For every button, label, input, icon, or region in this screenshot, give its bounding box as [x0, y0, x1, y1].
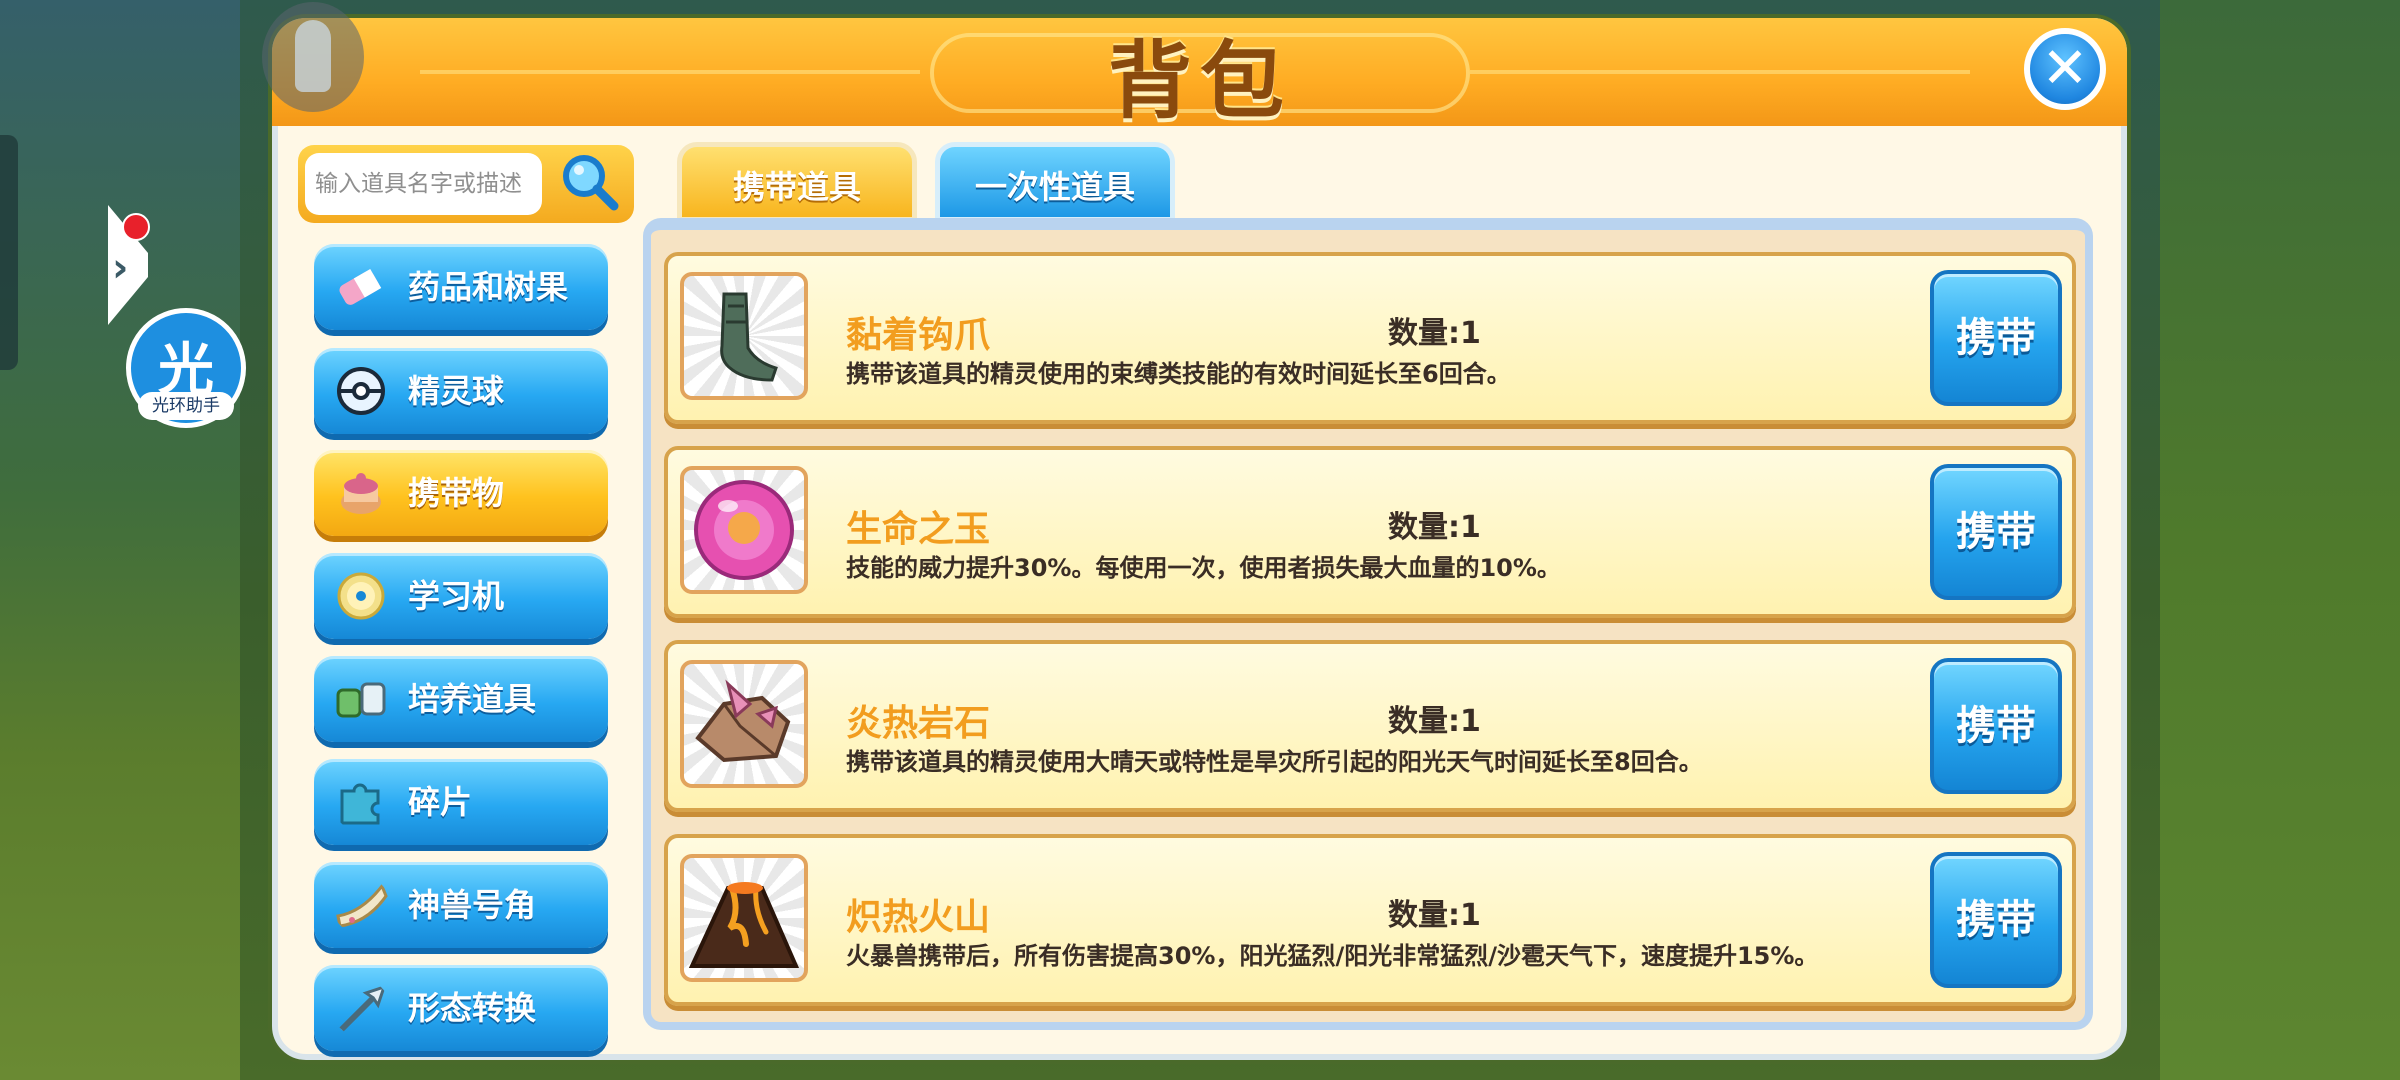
search-input[interactable]	[305, 153, 542, 215]
carry-button[interactable]: 携带	[1930, 658, 2062, 794]
training-item-icon	[336, 682, 386, 718]
category-label: 神兽号角	[408, 886, 537, 924]
item-name: 生命之玉	[846, 509, 991, 550]
heat-rock-icon	[695, 679, 791, 763]
puzzle-piece-icon	[340, 783, 380, 825]
category-label: 学习机	[408, 577, 505, 615]
close-button[interactable]: ✕	[2024, 28, 2106, 110]
horn-icon	[336, 883, 388, 928]
item-description: 携带该道具的精灵使用的束缚类技能的有效时间延长至6回合。	[846, 360, 1511, 388]
page-title: 背包	[1107, 32, 1292, 130]
held-item-icon	[341, 473, 381, 514]
item-quantity: 数量:1	[1388, 316, 1481, 351]
item-quantity: 数量:1	[1388, 898, 1481, 933]
halo-assistant-label: 光环助手	[138, 392, 234, 420]
category-label: 药品和树果	[408, 268, 569, 306]
pokeball-icon	[337, 367, 385, 415]
item-name: 黏着钩爪	[846, 315, 991, 356]
category-medicine[interactable]: 药品和树果	[314, 244, 608, 330]
life-orb-icon	[694, 480, 794, 580]
category-label: 精灵球	[408, 372, 505, 410]
item-thumbnail	[680, 272, 808, 400]
disc-icon	[337, 572, 385, 620]
item-name: 炽热火山	[846, 897, 991, 938]
item-description: 携带该道具的精灵使用大晴天或特性是旱灾所引起的阳光天气时间延长至8回合。	[846, 748, 1703, 776]
item-quantity: 数量:1	[1388, 510, 1481, 545]
item-name: 炎热岩石	[846, 703, 991, 744]
background-right	[2160, 0, 2400, 1080]
background-left	[0, 0, 240, 1080]
item-card: 生命之玉 数量:1 技能的威力提升30%。每使用一次，使用者损失最大血量的10%…	[664, 446, 2076, 618]
item-card: 炽热火山 数量:1 火暴兽携带后，所有伤害提高30%，阳光猛烈/阳光非常猛烈/沙…	[664, 834, 2076, 1006]
search-icon[interactable]	[558, 150, 622, 214]
title-decoration-left	[420, 70, 920, 74]
category-training-items[interactable]: 培养道具	[314, 656, 608, 742]
carry-button[interactable]: 携带	[1930, 270, 2062, 406]
category-legendary-horn[interactable]: 神兽号角	[314, 862, 608, 948]
carry-button[interactable]: 携带	[1930, 464, 2062, 600]
halo-assistant-logo: 光	[158, 338, 214, 403]
item-card: 炎热岩石 数量:1 携带该道具的精灵使用大晴天或特性是旱灾所引起的阳光天气时间延…	[664, 640, 2076, 812]
grip-claw-icon	[720, 292, 778, 382]
item-thumbnail	[680, 854, 808, 982]
item-description: 技能的威力提升30%。每使用一次，使用者损失最大血量的10%。	[846, 554, 1561, 582]
medicine-icon	[339, 268, 382, 305]
category-label: 形态转换	[408, 989, 537, 1027]
category-fragments[interactable]: 碎片	[314, 759, 608, 845]
arrow-transform-icon	[337, 984, 387, 1034]
item-quantity: 数量:1	[1388, 704, 1481, 739]
category-label: 碎片	[408, 783, 473, 821]
item-description: 火暴兽携带后，所有伤害提高30%，阳光猛烈/阳光非常猛烈/沙雹天气下，速度提升1…	[846, 942, 1819, 970]
notification-dot	[122, 213, 150, 241]
item-thumbnail	[680, 660, 808, 788]
category-form-change[interactable]: 形态转换	[314, 965, 608, 1051]
tab-held-items[interactable]: 携带道具	[677, 142, 917, 222]
category-tm[interactable]: 学习机	[314, 553, 608, 639]
item-thumbnail	[680, 466, 808, 594]
tab-consumable-items[interactable]: 一次性道具	[935, 142, 1175, 222]
chevron-right-icon: ›	[112, 245, 129, 291]
close-icon: ✕	[2041, 36, 2089, 101]
volcano-icon	[688, 882, 800, 968]
title-decoration-right	[1470, 70, 1970, 74]
category-label: 培养道具	[408, 680, 537, 718]
category-held-items[interactable]: 携带物	[314, 450, 608, 536]
carry-button[interactable]: 携带	[1930, 852, 2062, 988]
category-label: 携带物	[408, 474, 505, 512]
side-drawer-handle[interactable]	[0, 135, 18, 370]
item-card: 黏着钩爪 数量:1 携带该道具的精灵使用的束缚类技能的有效时间延长至6回合。 携…	[664, 252, 2076, 424]
rocket-icon	[295, 20, 331, 92]
category-pokeball[interactable]: 精灵球	[314, 348, 608, 434]
